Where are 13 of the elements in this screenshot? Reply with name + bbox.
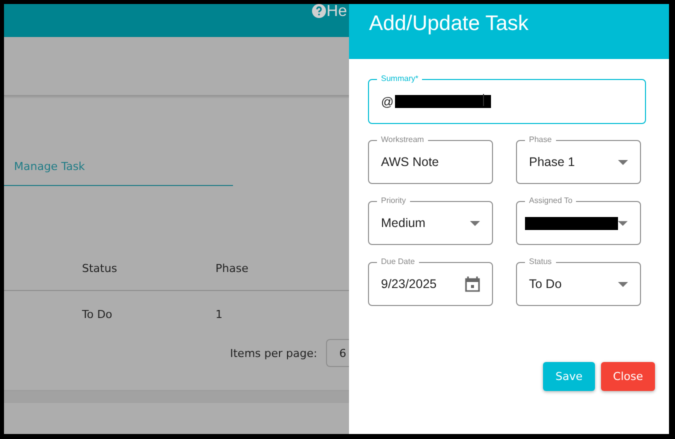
dialog-title: Add/Update Task [369, 12, 529, 36]
dropdown-arrow-icon [618, 220, 628, 226]
table-cell-text: 1 [216, 308, 224, 320]
table-cell-text: To Do [82, 308, 114, 320]
dropdown-arrow-icon [618, 160, 628, 164]
column-header: Status [82, 262, 118, 274]
dropdown-arrow-icon [470, 220, 480, 226]
items-per-page-label: Items per page: [230, 346, 318, 360]
dialog-button[interactable]: Close [601, 362, 655, 391]
column-header: Phase [216, 262, 250, 274]
calendar-icon[interactable] [465, 276, 480, 292]
help-icon[interactable] [312, 4, 326, 18]
dropdown-arrow-icon [618, 282, 628, 286]
